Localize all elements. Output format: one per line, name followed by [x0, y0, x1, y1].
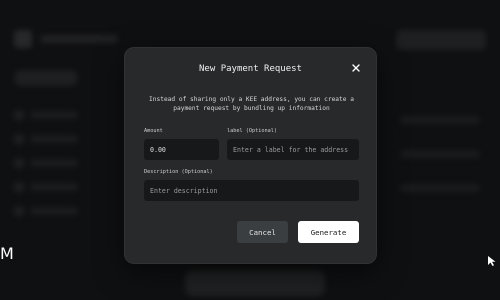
description-input[interactable]: [144, 180, 359, 201]
description-label: Description (Optional): [144, 169, 213, 175]
dialog-description: Instead of sharing only a KEE address, y…: [149, 96, 354, 112]
amount-input[interactable]: [144, 139, 219, 160]
amount-label: Amount: [144, 128, 163, 134]
background-nav-icon: [14, 182, 24, 192]
background-nav-icon: [14, 110, 24, 120]
background-nav-icon: [14, 134, 24, 144]
dialog-title: New Payment Request: [199, 64, 302, 74]
background-logo: [14, 28, 118, 48]
background-nav-item: [30, 159, 78, 167]
close-button[interactable]: [350, 62, 362, 74]
brand-mark: M: [0, 244, 14, 263]
cancel-button[interactable]: Cancel: [237, 221, 288, 243]
background-nav-item: [30, 135, 78, 143]
background-row: [400, 150, 480, 158]
background-row: [400, 184, 480, 192]
background-nav-item: [30, 183, 78, 191]
background-bottom-button: [185, 270, 325, 296]
background-pill: [14, 70, 78, 86]
payment-request-dialog: New Payment Request Instead of sharing o…: [124, 47, 377, 264]
background-button: [396, 30, 486, 50]
address-label-input[interactable]: [227, 139, 359, 160]
background-nav-item: [30, 207, 78, 215]
generate-button[interactable]: Generate: [298, 221, 359, 243]
background-nav-icon: [14, 158, 24, 168]
background-nav-icon: [14, 206, 24, 216]
background-nav-item: [30, 111, 78, 119]
close-icon: [352, 64, 360, 72]
address-label-label: label (Optional): [227, 128, 277, 134]
background-row: [400, 116, 480, 124]
mouse-cursor-icon: [488, 256, 496, 266]
